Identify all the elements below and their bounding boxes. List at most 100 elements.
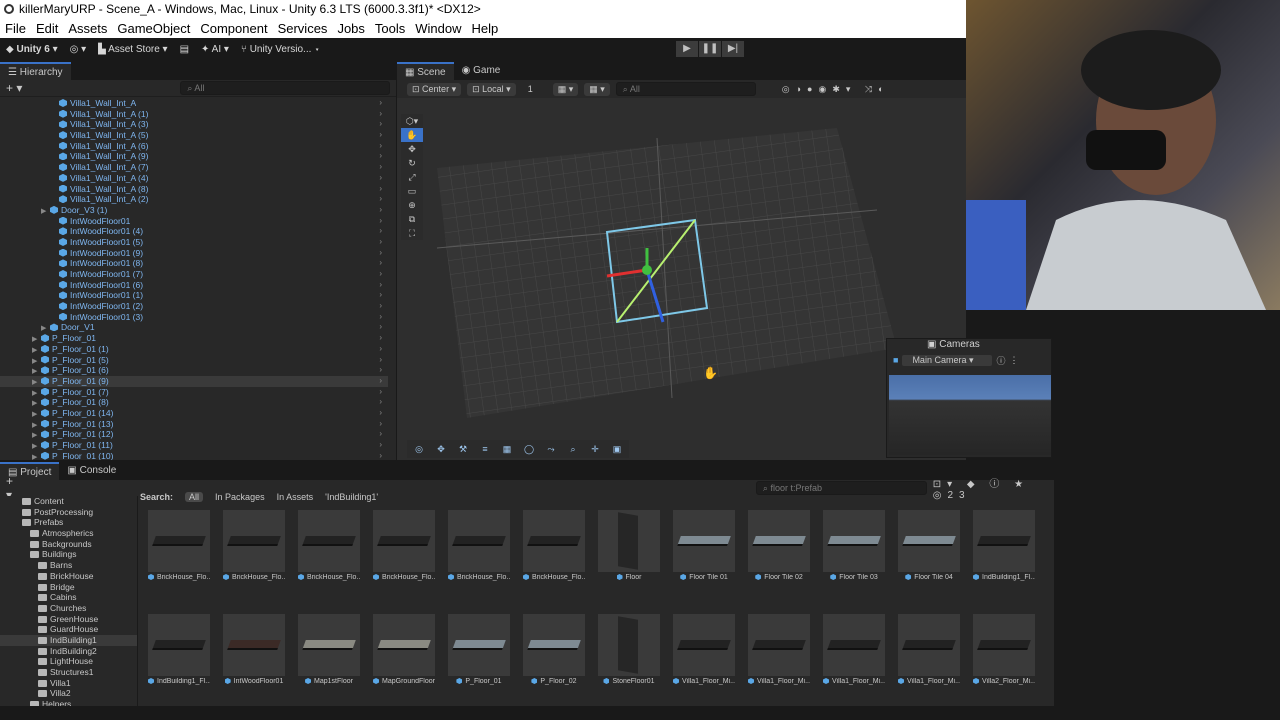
hierarchy-item[interactable]: ▶ P_Floor_01 (10) ›	[0, 451, 388, 460]
menu-services[interactable]: Services	[273, 19, 333, 38]
asset-item[interactable]: Floor Tile 02	[748, 510, 810, 582]
folder-item[interactable]: GuardHouse	[0, 624, 137, 635]
hierarchy-item[interactable]: IntWoodFloor01 (1) ›	[0, 290, 388, 301]
menu-gameobject[interactable]: GameObject	[112, 19, 195, 38]
hierarchy-item[interactable]: ▶ P_Floor_01 (14) ›	[0, 408, 388, 419]
open-prefab-chevron-icon[interactable]: ›	[379, 365, 382, 376]
folder-item[interactable]: GreenHouse	[0, 614, 137, 625]
asset-item[interactable]: BrickHouse_Flo...	[523, 510, 585, 582]
account-button[interactable]: ◆ Unity 6 ▾	[6, 44, 58, 55]
camera-info-icon[interactable]: ⓘ	[996, 354, 1005, 367]
open-prefab-chevron-icon[interactable]: ›	[379, 98, 382, 109]
hierarchy-item[interactable]: ▶ P_Floor_01 (6) ›	[0, 365, 388, 376]
folder-item[interactable]: Buildings	[0, 549, 137, 560]
open-prefab-chevron-icon[interactable]: ›	[379, 280, 382, 291]
step-button[interactable]: ▶|	[722, 41, 744, 57]
pause-button[interactable]: ❚❚	[699, 41, 721, 57]
menu-help[interactable]: Help	[467, 19, 504, 38]
open-prefab-chevron-icon[interactable]: ›	[379, 408, 382, 419]
folder-item[interactable]: IndBuilding1	[0, 634, 137, 646]
folder-item[interactable]: Villa1	[0, 678, 137, 689]
open-prefab-chevron-icon[interactable]: ›	[379, 322, 382, 333]
folder-item[interactable]: PostProcessing	[0, 507, 137, 518]
hierarchy-item[interactable]: ▶ P_Floor_01 (1) ›	[0, 344, 388, 355]
hierarchy-item[interactable]: Villa1_Wall_Int_A (1) ›	[0, 109, 388, 120]
rotate-tool-icon[interactable]: ↻	[401, 156, 423, 170]
open-prefab-chevron-icon[interactable]: ›	[379, 451, 382, 460]
open-prefab-chevron-icon[interactable]: ›	[379, 130, 382, 141]
overlay-path-icon[interactable]: ⤳	[541, 442, 561, 456]
package-icon[interactable]: ▤	[180, 44, 189, 55]
asset-item[interactable]: IndBuilding1_Fl...	[148, 614, 210, 686]
asset-item[interactable]: P_Floor_02	[523, 614, 585, 686]
hierarchy-item[interactable]: IntWoodFloor01 (5) ›	[0, 237, 388, 248]
folder-item[interactable]: Barns	[0, 560, 137, 571]
hierarchy-item[interactable]: ▶ P_Floor_01 ›	[0, 333, 388, 344]
open-prefab-chevron-icon[interactable]: ›	[379, 440, 382, 451]
open-prefab-chevron-icon[interactable]: ›	[379, 397, 382, 408]
open-prefab-chevron-icon[interactable]: ›	[379, 419, 382, 430]
folder-item[interactable]: Prefabs	[0, 517, 137, 528]
asset-store-button[interactable]: ▙ Asset Store ▾	[98, 44, 167, 55]
hierarchy-item[interactable]: ▶ P_Floor_01 (11) ›	[0, 440, 388, 451]
open-prefab-chevron-icon[interactable]: ›	[379, 387, 382, 398]
hand-tool-icon[interactable]: ✋	[401, 128, 423, 142]
open-prefab-chevron-icon[interactable]: ›	[379, 333, 382, 344]
asset-item[interactable]: MapGroundFloor	[373, 614, 435, 686]
open-prefab-chevron-icon[interactable]: ›	[379, 355, 382, 366]
hierarchy-item[interactable]: ▶ Door_V1 ›	[0, 322, 388, 333]
pan-tool-icon[interactable]: ⛶	[401, 226, 423, 240]
folder-item[interactable]: LightHouse	[0, 656, 137, 667]
scope-all[interactable]: All	[185, 492, 204, 502]
folder-item[interactable]: Structures1	[0, 667, 137, 678]
transform-tool-icon[interactable]: ⊕	[401, 198, 423, 212]
asset-item[interactable]: Villa1_Floor_Mi...	[748, 614, 810, 686]
tab-hierarchy[interactable]: ☰ Hierarchy	[0, 62, 71, 80]
open-prefab-chevron-icon[interactable]: ›	[379, 248, 382, 259]
asset-item[interactable]: BrickHouse_Flo...	[373, 510, 435, 582]
overlay-grid-icon[interactable]: ▦	[497, 442, 517, 456]
overlay-camera-icon[interactable]: ▣	[607, 442, 627, 456]
asset-item[interactable]: Villa1_Floor_Mi...	[673, 614, 735, 686]
folder-item[interactable]: Cabins	[0, 592, 137, 603]
open-prefab-chevron-icon[interactable]: ›	[379, 429, 382, 440]
overlay-view-icon[interactable]: ◎	[409, 442, 429, 456]
open-prefab-chevron-icon[interactable]: ›	[379, 376, 382, 387]
hierarchy-item[interactable]: IntWoodFloor01 (3) ›	[0, 312, 388, 323]
folder-item[interactable]: Atmospherics	[0, 528, 137, 539]
asset-item[interactable]: IndBuilding1_Fl...	[973, 510, 1035, 582]
overlay-orbit-icon[interactable]: ◯	[519, 442, 539, 456]
hierarchy-item[interactable]: IntWoodFloor01 ›	[0, 216, 388, 227]
hierarchy-item[interactable]: ▶ Door_V3 (1) ›	[0, 205, 388, 216]
open-prefab-chevron-icon[interactable]: ›	[379, 344, 382, 355]
overlay-zoom-icon[interactable]: ⌕	[563, 442, 583, 456]
hierarchy-item[interactable]: IntWoodFloor01 (9) ›	[0, 248, 388, 259]
version-control-button[interactable]: ⑂ Unity Versio... ▾	[241, 44, 320, 55]
project-filter-icons[interactable]: ⊡▾ ◆ ⓘ ★ ◎23	[933, 475, 1054, 501]
open-prefab-chevron-icon[interactable]: ›	[379, 226, 382, 237]
scope-folder[interactable]: 'IndBuilding1'	[325, 492, 378, 502]
menu-window[interactable]: Window	[410, 19, 466, 38]
menu-jobs[interactable]: Jobs	[332, 19, 369, 38]
open-prefab-chevron-icon[interactable]: ›	[379, 119, 382, 130]
hierarchy-item[interactable]: Villa1_Wall_Int_A (3) ›	[0, 119, 388, 130]
asset-item[interactable]: Floor Tile 01	[673, 510, 735, 582]
rect-tool-icon[interactable]: ▭	[401, 184, 423, 198]
open-prefab-chevron-icon[interactable]: ›	[379, 312, 382, 323]
asset-item[interactable]: StoneFloor01	[598, 614, 660, 686]
pivot-dropdown[interactable]: ⊡ Center ▾	[407, 82, 462, 96]
open-prefab-chevron-icon[interactable]: ›	[379, 173, 382, 184]
folder-item[interactable]: Backgrounds	[0, 539, 137, 550]
menu-file[interactable]: File	[0, 19, 31, 38]
open-prefab-chevron-icon[interactable]: ›	[379, 109, 382, 120]
hierarchy-item[interactable]: Villa1_Wall_Int_A (7) ›	[0, 162, 388, 173]
menu-component[interactable]: Component	[195, 19, 272, 38]
tab-console[interactable]: ▣ Console	[59, 462, 124, 480]
asset-item[interactable]: BrickHouse_Flo...	[448, 510, 510, 582]
asset-item[interactable]: Floor Tile 04	[898, 510, 960, 582]
open-prefab-chevron-icon[interactable]: ›	[379, 269, 382, 280]
scene-search-input[interactable]: ⌕ All	[615, 82, 756, 96]
hierarchy-item[interactable]: IntWoodFloor01 (2) ›	[0, 301, 388, 312]
open-prefab-chevron-icon[interactable]: ›	[379, 141, 382, 152]
hierarchy-item[interactable]: Villa1_Wall_Int_A (2) ›	[0, 194, 388, 205]
